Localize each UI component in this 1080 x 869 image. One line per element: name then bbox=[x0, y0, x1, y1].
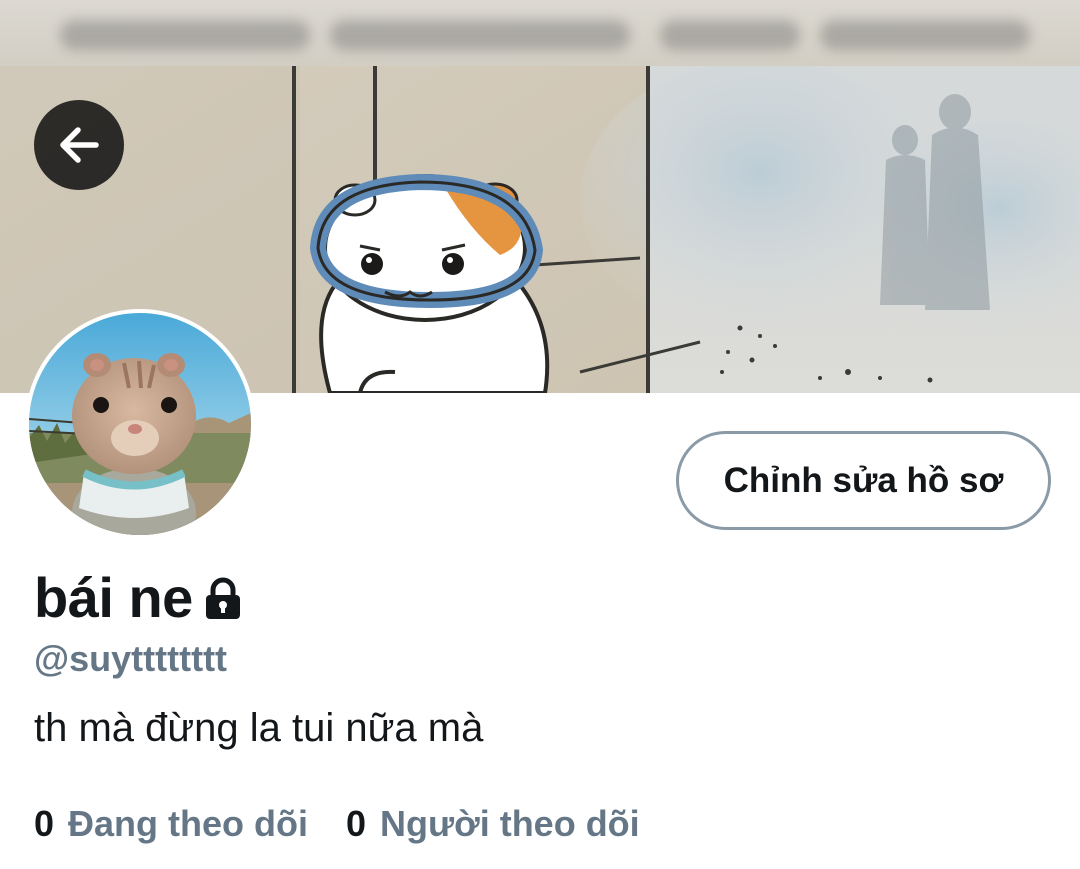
arrow-left-icon bbox=[60, 127, 99, 163]
edit-profile-button-label: Chỉnh sửa hồ sơ bbox=[723, 460, 1004, 500]
following-count: 0 bbox=[34, 803, 55, 844]
blurred-caption-strip bbox=[0, 0, 1080, 66]
back-button[interactable] bbox=[34, 100, 124, 190]
edit-profile-button[interactable]: Chỉnh sửa hồ sơ bbox=[676, 431, 1051, 530]
display-name-row: bái ne bbox=[34, 562, 245, 632]
user-handle: @suytttttttt bbox=[34, 638, 228, 679]
lock-icon bbox=[201, 577, 245, 626]
profile-bio: th mà đừng la tui nữa mà bbox=[34, 706, 484, 750]
profile-page: Chỉnh sửa hồ sơ bái ne @suytttttttt th m… bbox=[0, 0, 1080, 869]
following-stat[interactable]: 0 Đang theo dõi bbox=[34, 803, 308, 845]
followers-count: 0 bbox=[346, 803, 367, 844]
following-label: Đang theo dõi bbox=[68, 803, 309, 844]
follow-stats: 0 Đang theo dõi 0 Người theo dõi bbox=[34, 803, 678, 845]
followers-stat[interactable]: 0 Người theo dõi bbox=[346, 803, 640, 845]
followers-label: Người theo dõi bbox=[380, 803, 640, 844]
avatar[interactable] bbox=[25, 309, 255, 539]
display-name: bái ne bbox=[34, 565, 193, 629]
